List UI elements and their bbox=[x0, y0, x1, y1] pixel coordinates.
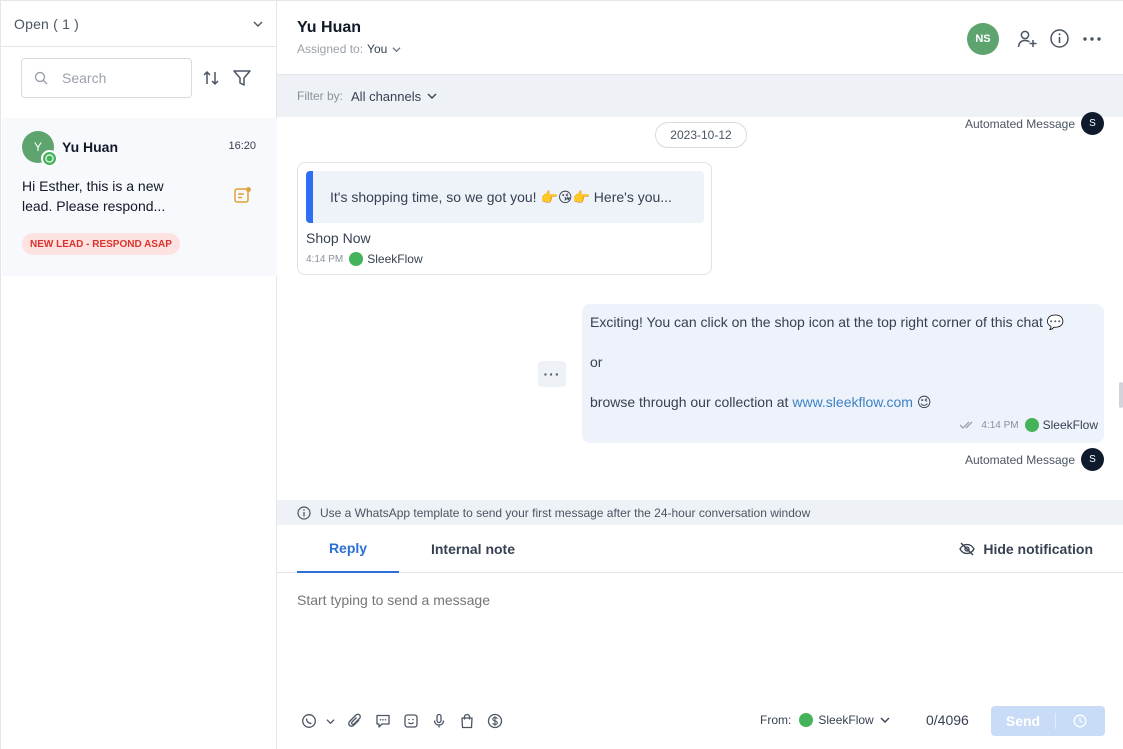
conversation-list-panel: Open ( 1 ) Y Yu Huan 16:20 Hi Esther, th… bbox=[0, 0, 277, 749]
template-notice: Use a WhatsApp template to send your fir… bbox=[277, 500, 1123, 525]
note-icon bbox=[234, 187, 251, 203]
message-input[interactable] bbox=[297, 590, 1097, 610]
chat-header: Yu Huan Assigned to: You NS bbox=[277, 0, 1123, 75]
from-channel: SleekFlow bbox=[818, 713, 874, 727]
microphone-icon[interactable] bbox=[431, 713, 447, 729]
whatsapp-icon bbox=[1024, 418, 1039, 432]
clock-icon bbox=[1073, 714, 1087, 728]
chevron-down-icon bbox=[427, 93, 437, 99]
conversation-list-item[interactable]: Y Yu Huan 16:20 Hi Esther, this is a new… bbox=[2, 118, 277, 276]
chevron-down-icon bbox=[880, 717, 890, 723]
automated-message-text: Automated Message bbox=[964, 116, 1075, 131]
filter-icon[interactable] bbox=[232, 68, 252, 88]
automated-message-label: Automated Message S bbox=[965, 448, 1104, 471]
schedule-send-button[interactable] bbox=[1056, 714, 1104, 728]
chat-panel: Yu Huan Assigned to: You NS Filter by: A… bbox=[277, 0, 1123, 749]
search-row bbox=[21, 58, 256, 98]
message-line: browse through our collection at www.sle… bbox=[590, 394, 1096, 414]
message-line: or bbox=[590, 354, 603, 370]
tab-reply[interactable]: Reply bbox=[297, 525, 399, 573]
status-badge: NEW LEAD - RESPOND ASAP bbox=[22, 233, 180, 255]
sender-channel-dropdown[interactable]: From: SleekFlow bbox=[760, 713, 890, 727]
conversation-time: 16:20 bbox=[228, 140, 256, 152]
sort-icon[interactable] bbox=[201, 68, 221, 88]
search-icon bbox=[34, 71, 48, 85]
shopping-bag-icon[interactable] bbox=[459, 713, 475, 729]
send-label: Send bbox=[1005, 713, 1041, 729]
outgoing-message-bubble: Exciting! You can click on the shop icon… bbox=[582, 304, 1104, 443]
status-filter-label: Open ( 1 ) bbox=[14, 15, 80, 32]
status-filter-dropdown[interactable]: Open ( 1 ) bbox=[1, 0, 276, 47]
info-icon bbox=[297, 505, 311, 520]
hide-notification-label: Hide notification bbox=[983, 541, 1093, 557]
chevron-down-icon[interactable] bbox=[326, 717, 335, 726]
emoji-icon[interactable] bbox=[403, 713, 419, 729]
add-user-icon[interactable] bbox=[1016, 28, 1038, 50]
message-line: Exciting! You can click on the shop icon… bbox=[590, 314, 1065, 330]
contact-name: Yu Huan bbox=[297, 19, 362, 36]
double-check-icon bbox=[959, 421, 973, 429]
chevron-down-icon bbox=[392, 46, 401, 52]
automated-message-label: Automated Message S bbox=[965, 112, 1104, 135]
message-time: 4:14 PM bbox=[306, 253, 344, 265]
automated-message-text: Automated Message bbox=[964, 452, 1075, 467]
chevron-down-icon bbox=[253, 21, 263, 27]
hide-notification-button[interactable]: Hide notification bbox=[959, 525, 1093, 573]
composer-tabs: Reply Internal note Hide notification bbox=[277, 525, 1123, 573]
info-icon[interactable] bbox=[1049, 28, 1070, 49]
channel-filter-dropdown[interactable]: All channels bbox=[351, 89, 437, 104]
character-counter: 0/4096 bbox=[926, 712, 969, 728]
conversation-name: Yu Huan bbox=[62, 139, 119, 155]
from-label: From: bbox=[760, 713, 792, 727]
whatsapp-icon bbox=[349, 252, 364, 266]
more-options-icon[interactable] bbox=[1082, 28, 1102, 50]
payment-icon[interactable] bbox=[487, 713, 503, 729]
search-input[interactable] bbox=[62, 70, 172, 86]
message-channel: SleekFlow bbox=[367, 252, 423, 266]
composer-toolbar: From: SleekFlow 0/4096 Send bbox=[277, 706, 1123, 736]
message-channel: SleekFlow bbox=[1042, 418, 1098, 432]
search-box[interactable] bbox=[21, 58, 192, 98]
notice-text: Use a WhatsApp template to send your fir… bbox=[320, 505, 811, 520]
message-meta: 4:14 PM SleekFlow bbox=[959, 418, 1098, 432]
message-time: 4:14 PM bbox=[981, 419, 1019, 431]
channel-filter-bar: Filter by: All channels bbox=[277, 75, 1123, 117]
eye-off-icon bbox=[959, 542, 976, 556]
agent-avatar[interactable]: NS bbox=[967, 23, 999, 55]
send-button[interactable]: Send bbox=[991, 706, 1105, 736]
template-message-card: It's shopping time, so we got you! 👉😘👉 H… bbox=[297, 162, 712, 275]
preview-line: lead. Please respond... bbox=[22, 198, 166, 214]
sender-avatar: S bbox=[1081, 112, 1104, 135]
assigned-label: Assigned to: bbox=[297, 42, 364, 56]
message-meta: 4:14 PM SleekFlow bbox=[306, 252, 423, 266]
message-text: browse through our collection at bbox=[590, 394, 793, 410]
preview-line: Hi Esther, this is a new bbox=[22, 178, 164, 194]
whatsapp-icon bbox=[799, 713, 814, 727]
template-quote: It's shopping time, so we got you! 👉😘👉 H… bbox=[306, 171, 704, 223]
attachment-icon[interactable] bbox=[347, 713, 363, 729]
message-emoji: 😉 bbox=[912, 394, 932, 410]
date-separator: 2023-10-12 bbox=[655, 122, 747, 148]
assignee-dropdown[interactable]: Assigned to: You bbox=[297, 42, 401, 56]
whatsapp-icon bbox=[41, 150, 58, 167]
assigned-value: You bbox=[367, 42, 388, 56]
quick-reply-icon[interactable] bbox=[375, 713, 391, 729]
whatsapp-icon[interactable] bbox=[301, 713, 317, 729]
website-link[interactable]: www.sleekflow.com bbox=[792, 394, 913, 410]
filter-label: Filter by: bbox=[297, 89, 344, 103]
channel-filter-value: All channels bbox=[351, 88, 422, 104]
conversation-preview: Hi Esther, this is a new lead. Please re… bbox=[22, 176, 202, 216]
shop-now-button[interactable]: Shop Now bbox=[306, 230, 371, 246]
scrollbar[interactable] bbox=[1119, 382, 1123, 408]
tab-internal-note[interactable]: Internal note bbox=[419, 525, 527, 573]
sender-avatar: S bbox=[1081, 448, 1104, 471]
message-actions-button[interactable]: ··· bbox=[538, 361, 566, 387]
